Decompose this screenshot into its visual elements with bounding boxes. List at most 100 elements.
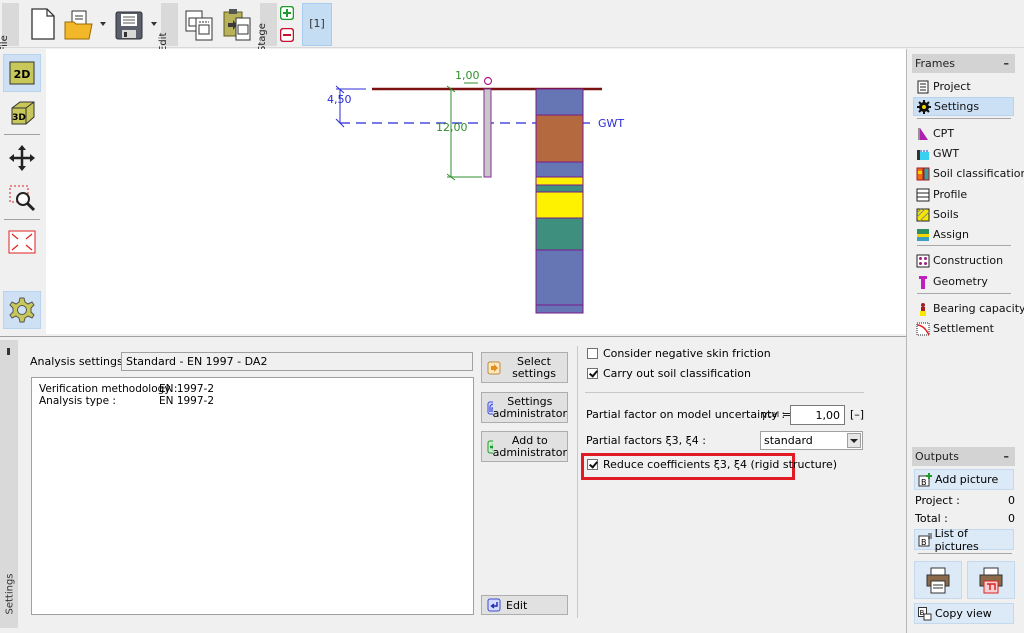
file-menu-tab[interactable]: File [0, 3, 19, 52]
chevron-down-icon[interactable] [847, 433, 861, 448]
add-picture-button[interactable]: B Add picture [914, 469, 1014, 490]
list-of-pictures-button[interactable]: B List of pictures [914, 527, 1014, 553]
frame-item-label: Geometry [933, 275, 988, 288]
cpt-layer[interactable] [535, 249, 584, 306]
frame-item-label: Bearing capacity [933, 302, 1024, 315]
2d-view-button[interactable]: 2D [3, 54, 41, 92]
frame-item-soil-classification[interactable]: Soil classification [913, 164, 1024, 183]
cpt-layer[interactable] [535, 161, 584, 178]
soil-classification-checkbox[interactable] [587, 368, 598, 379]
frame-item-gwt[interactable]: GWT [913, 144, 1014, 163]
remove-stage-button[interactable] [279, 27, 295, 43]
project-count-value: 0 [1008, 494, 1015, 507]
frame-item-label: Construction [933, 254, 1004, 267]
zoom-button[interactable] [3, 179, 41, 217]
cpt-layer[interactable] [535, 114, 584, 163]
cpt-layer[interactable] [535, 217, 584, 251]
project-pictures-count: Project : 0 [915, 494, 1015, 507]
open-dropdown-arrow[interactable] [100, 22, 106, 26]
select-settings-button[interactable]: Select settings [481, 352, 568, 383]
file-tab-label: File [0, 35, 10, 52]
gamma-cal-unit: [–] [850, 408, 865, 421]
frame-item-project[interactable]: Project [913, 77, 1014, 96]
frames-minimize-button[interactable]: – [1004, 54, 1010, 73]
cpt-layer[interactable] [535, 191, 584, 219]
details-row: Analysis type : EN 1997-2 [39, 395, 214, 407]
printer-export-icon [979, 567, 1003, 594]
frame-item-assign[interactable]: Assign [913, 225, 1014, 244]
soil-classification-label: Carry out soil classification [603, 367, 752, 380]
copy-button[interactable] [182, 6, 216, 42]
bearing-capacity-icon [920, 302, 926, 316]
reduce-coefficients-checkbox[interactable] [587, 459, 598, 470]
paste-button[interactable] [220, 6, 254, 42]
edit-menu-tab[interactable]: Edit [158, 3, 178, 52]
print-pdf-button[interactable] [967, 561, 1015, 599]
view-tools-sidebar: 2D 3D [0, 49, 46, 335]
frame-item-geometry[interactable]: Geometry [913, 272, 1014, 291]
pile-head-label: 1,00 [455, 69, 480, 82]
open-file-button[interactable] [62, 6, 96, 42]
svg-text:B: B [921, 538, 927, 547]
edit-label: Edit [506, 598, 528, 612]
cpt-icon [918, 127, 928, 140]
frame-item-label: Settlement [933, 322, 994, 335]
frame-item-settings[interactable]: Settings [913, 97, 1014, 116]
cpt-layer[interactable] [535, 176, 584, 186]
outputs-separator [918, 553, 1012, 554]
details-value: EN 1997-2 [159, 383, 215, 395]
cpt-layer[interactable] [535, 88, 584, 116]
partial-factors-select[interactable]: standard [760, 431, 863, 450]
settings-vertical-tab[interactable]: Settings [0, 340, 18, 628]
gamma-subscript: cal [767, 410, 780, 419]
3d-view-button[interactable]: 3D [3, 94, 41, 132]
copy-view-button[interactable]: B Copy view [914, 603, 1014, 624]
stage-menu-tab[interactable]: Stage [257, 3, 277, 52]
gwt-depth-label: 4,50 [327, 93, 352, 106]
gamma-cal-input[interactable] [790, 405, 845, 425]
pile[interactable] [483, 88, 492, 178]
panel-splitter[interactable] [906, 49, 907, 633]
add-stage-button[interactable] [279, 5, 295, 21]
analysis-settings-details: Verification methodology :EN 1997-2 Analy… [31, 377, 474, 615]
drawing-canvas[interactable]: 4,50 GWT 12,00 1,00 [46, 49, 906, 334]
geometry-icon [919, 275, 927, 289]
frame-item-settlement[interactable]: Settlement [913, 319, 1014, 338]
frame-item-cpt[interactable]: CPT [913, 124, 1014, 143]
frame-item-construction[interactable]: Construction [913, 251, 1014, 270]
gwt-icon [917, 149, 929, 160]
copy-icon [185, 10, 213, 41]
frame-item-profile[interactable]: Profile [913, 185, 1014, 204]
add-to-administrator-button[interactable]: Add to administrator [481, 431, 568, 462]
save-dropdown-arrow[interactable] [151, 22, 157, 26]
negative-skin-friction-checkbox[interactable] [587, 348, 598, 359]
frame-item-bearing-capacity[interactable]: Bearing capacity [913, 299, 1024, 318]
fit-extents-button[interactable] [3, 223, 41, 261]
frame-item-label: Assign [933, 228, 969, 241]
negative-skin-friction-option[interactable]: Consider negative skin friction [587, 347, 771, 360]
new-file-button[interactable] [26, 6, 60, 42]
profile-icon [916, 188, 930, 201]
soil-classification-option[interactable]: Carry out soil classification [587, 367, 751, 380]
cpt-layer[interactable] [535, 184, 584, 193]
frame-item-label: CPT [933, 127, 955, 140]
zoom-magnifier-icon [9, 185, 36, 212]
settings-tab-label: Settings [4, 573, 16, 615]
remove-stage-icon [279, 27, 295, 43]
save-button[interactable] [112, 6, 146, 42]
drawing-settings-button[interactable] [3, 291, 41, 329]
edit-settings-button[interactable]: Edit [481, 595, 568, 615]
stage-1-button[interactable]: [1] [302, 3, 332, 46]
cpt-layer[interactable] [535, 304, 584, 314]
add-to-administrator-line2: administrator [492, 445, 567, 459]
frame-item-soils[interactable]: Soils [913, 205, 1014, 224]
move-button[interactable] [3, 139, 41, 177]
settings-administrator-button[interactable]: Settings administrator [481, 392, 568, 423]
print-button[interactable] [914, 561, 962, 599]
outputs-minimize-button[interactable]: – [1004, 447, 1010, 466]
svg-text:3D: 3D [12, 113, 26, 123]
reduce-coefficients-option[interactable]: Reduce coefficients ξ3, ξ4 (rigid struct… [587, 458, 837, 471]
pile-cpt-drawing: 4,50 GWT 12,00 1,00 [327, 69, 624, 314]
select-settings-line2: settings [512, 366, 556, 380]
assign-icon [917, 228, 929, 241]
